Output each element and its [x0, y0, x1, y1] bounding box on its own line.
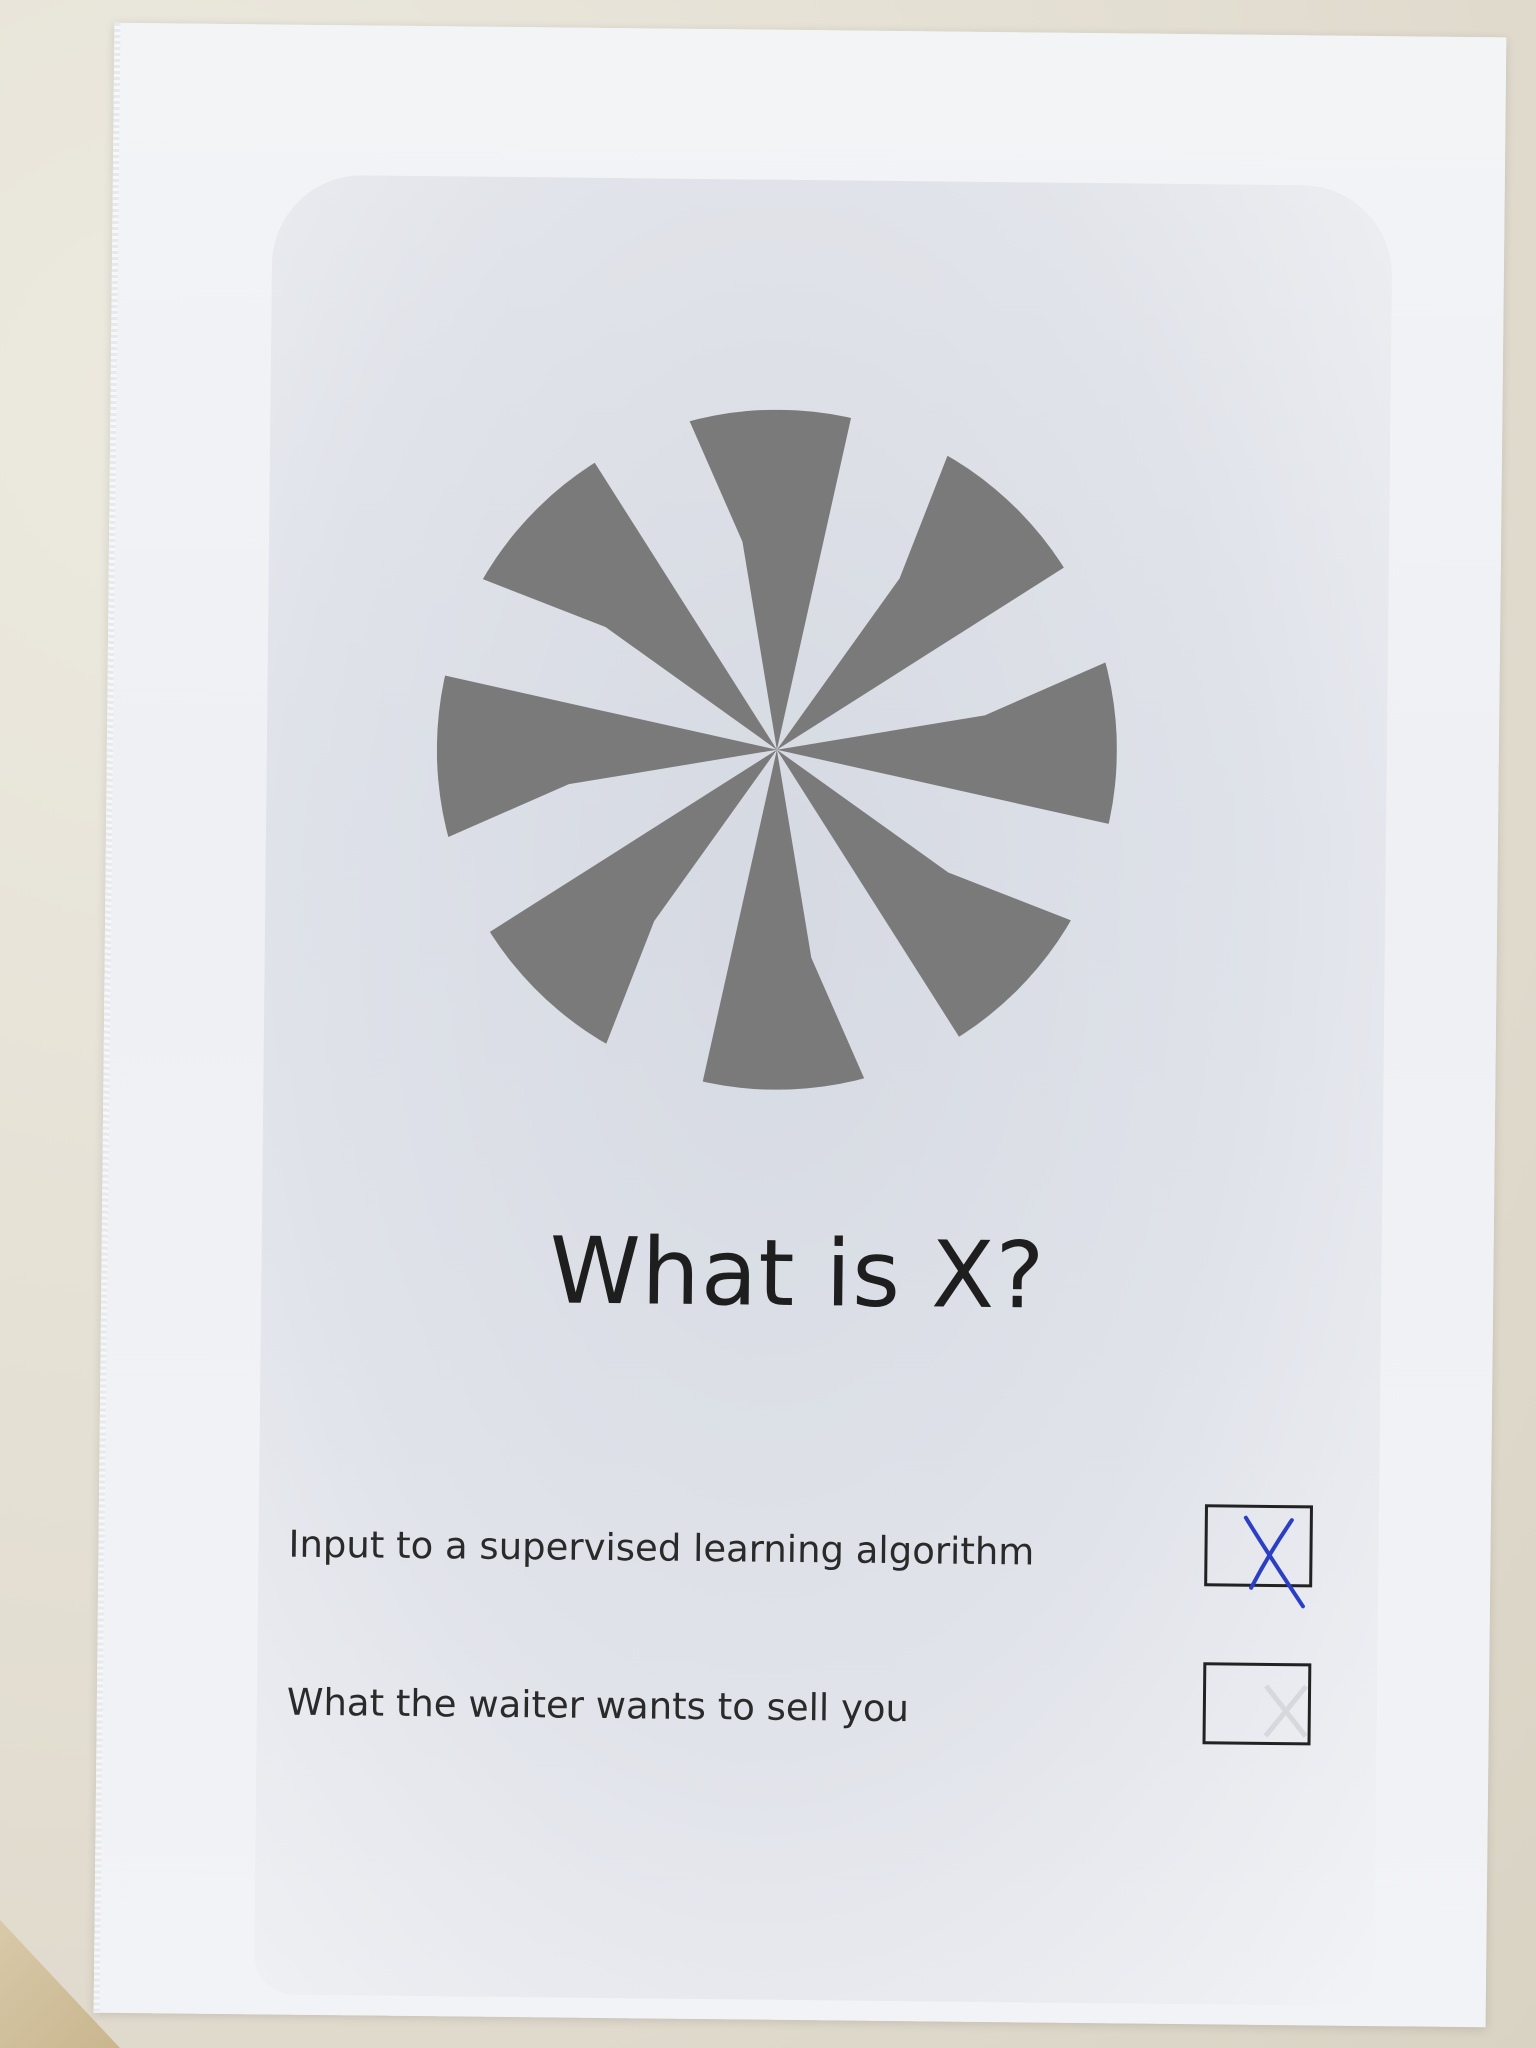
answer-option-2[interactable]: What the waiter wants to sell you — [286, 1653, 1327, 1764]
answer-option-1-label: Input to a supervised learning algorithm — [288, 1522, 1035, 1574]
pinwheel-logo-svg — [433, 406, 1121, 1094]
pinwheel-logo-icon — [433, 406, 1121, 1094]
answer-option-1-checkbox[interactable] — [1204, 1504, 1313, 1609]
answer-option-1[interactable]: Input to a supervised learning algorithm — [288, 1495, 1329, 1609]
answer-option-2-checkbox[interactable] — [1202, 1662, 1312, 1746]
answer-option-2-label: What the waiter wants to sell you — [286, 1680, 910, 1731]
faint-erased-mark-icon — [1263, 1684, 1309, 1738]
handwritten-x-icon — [1243, 1515, 1305, 1609]
paper-sheet: What is X? Input to a supervised learnin… — [93, 22, 1507, 2028]
question-title: What is X? — [549, 1217, 1046, 1330]
